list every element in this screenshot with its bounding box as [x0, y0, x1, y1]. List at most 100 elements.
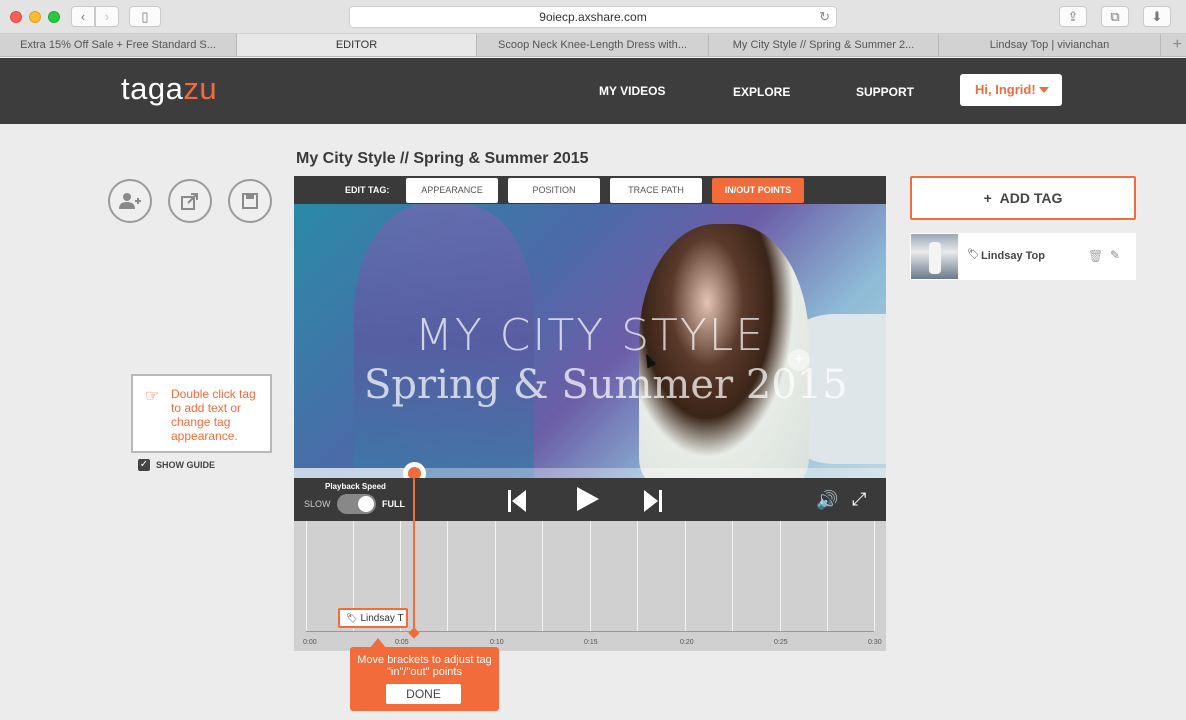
browser-titlebar: ‹ › ▯ 9oiecp.axshare.com ↻ ⇪ ⧉ ⬇: [0, 0, 1186, 34]
tag-icon: 🏷: [967, 249, 980, 260]
save-icon: [242, 193, 258, 209]
caret-down-icon: [1039, 87, 1049, 93]
share-video-button[interactable]: [168, 179, 212, 223]
tabs-icon: ⧉: [1110, 8, 1120, 24]
nav-explore[interactable]: EXPLORE: [733, 85, 790, 99]
tick-label: 0:30: [868, 639, 882, 646]
sidebar-icon: ▯: [141, 8, 149, 24]
show-guide-checkbox[interactable]: ✓: [138, 459, 150, 471]
share-icon: [181, 193, 198, 210]
tick-label: 0:20: [680, 639, 694, 646]
timeline-gridline: [732, 521, 733, 631]
tick-label: 0:00: [303, 639, 317, 646]
plus-icon: +: [983, 190, 992, 206]
tooltip-text: Move brackets to adjust tag "in"/"out" p…: [357, 654, 492, 678]
tagazu-logo[interactable]: tagazu: [121, 71, 217, 107]
edit-tag-toolbar: EDIT TAG: APPEARANCE POSITION TRACE PATH…: [294, 176, 886, 204]
timeline-gridline: [542, 521, 543, 631]
url-text: 9oiecp.axshare.com: [539, 10, 647, 24]
appearance-button[interactable]: APPEARANCE: [406, 178, 498, 203]
edit-tag-label: EDIT TAG:: [345, 185, 390, 195]
video-progress-track[interactable]: [294, 468, 886, 478]
forward-button[interactable]: ›: [95, 6, 119, 27]
nav-my-videos[interactable]: MY VIDEOS: [599, 84, 665, 98]
reload-icon[interactable]: ↻: [819, 7, 830, 27]
close-window-button[interactable]: [10, 11, 22, 23]
browser-tab[interactable]: Lindsay Top | vivianchan: [939, 34, 1161, 56]
timeline-gridline: [685, 521, 686, 631]
chevron-right-icon: ›: [104, 9, 110, 24]
url-bar[interactable]: 9oiecp.axshare.com ↻: [349, 6, 837, 28]
timeline-gridline: [780, 521, 781, 631]
download-icon: ⬇: [1151, 8, 1163, 24]
share-icon: ⇪: [1067, 8, 1079, 24]
in-out-points-button[interactable]: IN/OUT POINTS: [712, 178, 804, 203]
user-greeting: Hi, Ingrid!: [975, 82, 1036, 97]
add-user-icon: [119, 193, 141, 209]
zoom-window-button[interactable]: [48, 11, 60, 23]
previous-icon[interactable]: [508, 490, 526, 512]
tick-label: 0:05: [395, 639, 409, 646]
tag-list-item[interactable]: 🏷 Lindsay Top 🗑 ✎: [910, 233, 1136, 280]
minimize-window-button[interactable]: [29, 11, 41, 23]
video-progress-fill: [294, 468, 413, 478]
user-menu-button[interactable]: Hi, Ingrid!: [960, 74, 1062, 106]
timeline-axis: [306, 631, 874, 632]
done-button[interactable]: DONE: [386, 684, 461, 704]
browser-tab[interactable]: My City Style // Spring & Summer 2...: [709, 34, 939, 56]
video-overlay-subtitle: Spring & Summer 2015: [364, 362, 848, 408]
position-button[interactable]: POSITION: [508, 178, 600, 203]
in-out-tooltip: Move brackets to adjust tag "in"/"out" p…: [350, 638, 499, 711]
volume-icon[interactable]: 🔊: [816, 490, 838, 511]
nav-support[interactable]: SUPPORT: [856, 85, 914, 99]
tag-icon: 🏷: [346, 613, 358, 623]
timeline-gridline: [447, 521, 448, 631]
playback-speed-label: Playback Speed: [325, 482, 386, 491]
back-button[interactable]: ‹: [71, 6, 95, 27]
timeline-gridline: [306, 521, 307, 631]
add-tag-button[interactable]: + ADD TAG: [910, 176, 1136, 220]
show-tabs-button[interactable]: ⧉: [1101, 6, 1129, 27]
playhead-line[interactable]: [413, 478, 415, 634]
add-user-button[interactable]: [108, 179, 152, 223]
downloads-button[interactable]: ⬇: [1143, 6, 1171, 27]
playback-speed-toggle[interactable]: [337, 494, 376, 514]
browser-tab[interactable]: Extra 15% Off Sale + Free Standard S...: [0, 34, 237, 56]
play-icon[interactable]: [577, 487, 599, 511]
tag-timeline[interactable]: 0:00 0:05 0:10 0:15 0:20 0:25 0:30 🏷 Lind…: [294, 521, 886, 651]
timeline-gridline: [874, 521, 875, 631]
logo-accent-text: zu: [183, 71, 218, 106]
video-player[interactable]: MY CITY STYLE Spring & Summer 2015 +: [294, 204, 886, 478]
pencil-icon[interactable]: ✎: [1110, 248, 1120, 262]
new-tab-icon[interactable]: +: [1173, 36, 1182, 54]
show-guide-label[interactable]: SHOW GUIDE: [156, 460, 215, 470]
timeline-gridline: [637, 521, 638, 631]
fullscreen-icon[interactable]: ⤢: [852, 489, 866, 510]
tick-label: 0:10: [490, 639, 504, 646]
share-button[interactable]: ⇪: [1059, 6, 1087, 27]
tag-thumbnail: [911, 234, 958, 279]
timeline-gridline: [495, 521, 496, 631]
guide-box: ☞ Double click tag to add text or change…: [131, 374, 272, 453]
slow-label: SLOW: [304, 499, 331, 509]
guide-text: Double click tag to add text or change t…: [171, 387, 256, 443]
logo-text: taga: [121, 71, 184, 106]
trash-icon[interactable]: 🗑: [1088, 249, 1103, 263]
trace-path-button[interactable]: TRACE PATH: [610, 178, 702, 203]
save-button[interactable]: [228, 179, 272, 223]
tick-label: 0:15: [584, 639, 598, 646]
pointing-hand-icon: ☞: [145, 388, 160, 405]
timeline-tag-bar[interactable]: 🏷 Lindsay T: [338, 608, 408, 628]
full-label: FULL: [382, 499, 405, 509]
tick-label: 0:25: [774, 639, 788, 646]
chevron-left-icon: ‹: [80, 9, 86, 24]
browser-tabbar: Extra 15% Off Sale + Free Standard S... …: [0, 34, 1186, 57]
tag-hotspot-plus-icon[interactable]: +: [788, 349, 810, 371]
site-header: tagazu MY VIDEOS EXPLORE SUPPORT Hi, Ing…: [0, 58, 1186, 124]
sidebar-toggle-button[interactable]: ▯: [129, 6, 161, 27]
add-tag-label: ADD TAG: [999, 190, 1063, 206]
next-icon[interactable]: [644, 490, 662, 512]
browser-tab-active[interactable]: EDITOR: [237, 34, 477, 56]
browser-tab[interactable]: Scoop Neck Knee-Length Dress with...: [477, 34, 709, 56]
tag-name: Lindsay Top: [981, 250, 1045, 262]
